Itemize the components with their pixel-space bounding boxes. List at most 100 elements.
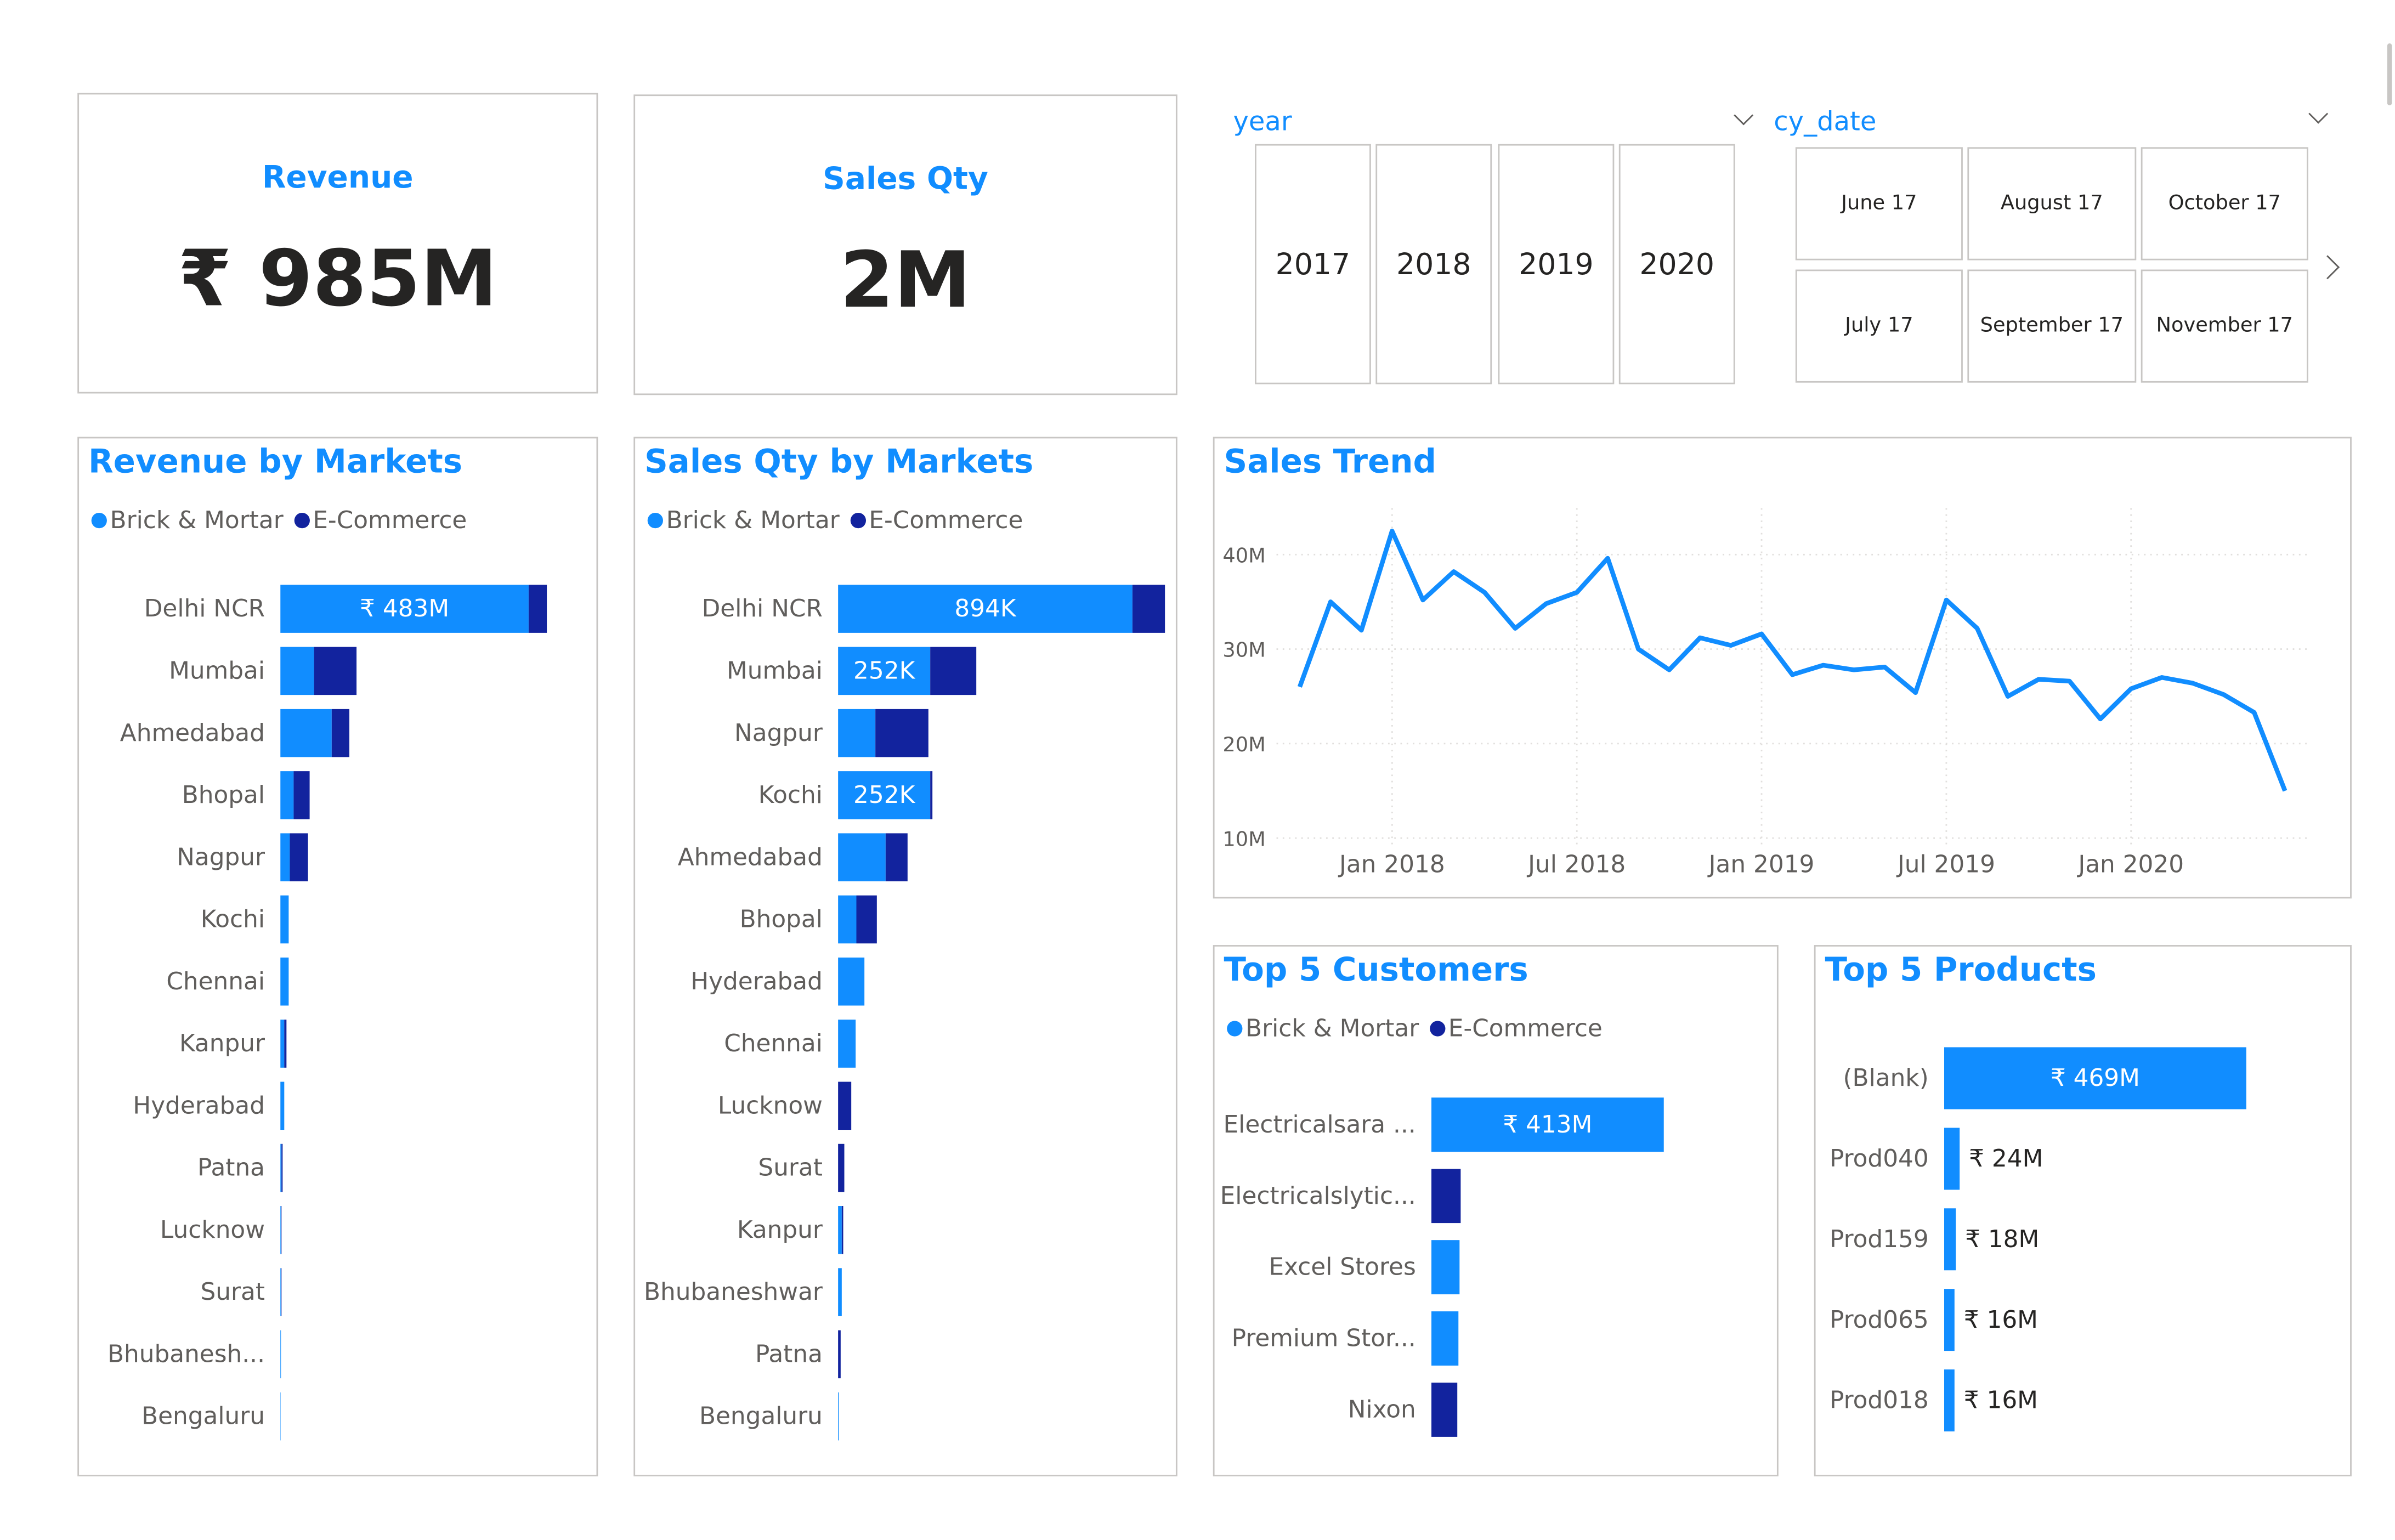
top5-products-chart: (Blank) ₹ 469M Prod040 ₹ 24M Prod159 ₹ 18M Pro… [1830,1047,2246,1432]
sales-qty-value: 2M [840,235,971,326]
bar-segment [280,1330,281,1379]
category-label: Lucknow [160,1216,265,1244]
category-label: Surat [201,1278,265,1306]
date-option-november-17[interactable]: November 17 [2141,269,2308,383]
category-label: Bengaluru [699,1402,823,1430]
date-option-august-17[interactable]: August 17 [1967,147,2137,261]
y-tick-label: 10M [1222,827,1265,851]
category-label: Ahmedabad [678,843,823,871]
date-option-july-17[interactable]: July 17 [1795,269,1963,383]
category-label: Chennai [724,1029,823,1057]
data-label: 894K [954,595,1017,622]
sales-qty-title: Sales Qty [823,159,988,197]
chevron-right-icon[interactable] [2315,255,2340,280]
bar-segment [838,957,865,1006]
bar-segment [1944,1289,1955,1351]
category-label: Bhubaneshwar [644,1278,823,1306]
sales-trend-line [1297,529,2288,792]
bar-segment [930,771,933,819]
category-label: Bengaluru [141,1402,265,1430]
bar-segment [838,1268,842,1316]
bar-segment [1944,1369,1955,1432]
x-tick-label: Jul 2018 [1526,850,1626,878]
x-tick-label: Jan 2018 [1338,850,1445,878]
bar-segment [1944,1208,1956,1271]
bar-segment [838,1020,856,1068]
data-label: ₹ 18M [1965,1225,2039,1253]
data-label: 252K [853,781,916,809]
revenue-value: ₹ 985M [178,234,498,324]
bar-segment [838,1206,842,1254]
category-label: Surat [758,1154,823,1182]
bar-segment [528,585,547,633]
sales-qty-by-markets-chart: Delhi NCR 894K Mumbai 252K Nagpur Kochi 252K Ah… [644,585,1165,1441]
category-label: Bhubanesh... [107,1340,265,1368]
year-option-2020[interactable]: 2020 [1618,144,1735,384]
category-label: (Blank) [1843,1064,1929,1092]
category-label: Kochi [758,781,823,809]
category-label: Ahmedabad [120,719,265,747]
category-label: Electricalslytic... [1220,1182,1416,1210]
category-label: Nagpur [177,843,265,871]
category-label: Hyderabad [133,1091,265,1119]
category-label: Mumbai [169,657,265,685]
report-canvas: Revenue ₹ 985M Sales Qty 2M year 2017 20… [0,0,2395,1540]
category-label: Prod159 [1830,1225,1929,1253]
bar-segment [838,1082,852,1130]
top5-customers-visual[interactable]: Top 5 Customers Brick & Mortar E-Commerc… [1213,945,1779,1476]
bar-segment [1431,1383,1458,1437]
top5-products-visual[interactable]: Top 5 Products (Blank) ₹ 469M Prod040 ₹ 24M… [1814,945,2352,1476]
year-option-2019[interactable]: 2019 [1498,144,1615,384]
category-label: Patna [197,1154,265,1182]
revenue-by-markets-visual[interactable]: Revenue by Markets Brick & Mortar E-Comm… [77,437,598,1476]
bar-segment [280,1020,285,1068]
data-label: ₹ 469M [2051,1064,2140,1092]
date-option-september-17[interactable]: September 17 [1967,269,2137,383]
bar-segment [838,1330,841,1379]
bar-segment [838,1392,839,1441]
bar-segment [1944,1128,1960,1190]
top5-customers-chart: Electricalsara ... ₹ 413M Electricalslytic… [1220,1097,1664,1437]
bar-segment [280,1082,285,1130]
data-label: ₹ 16M [1964,1386,2038,1414]
category-label: Nixon [1348,1396,1416,1424]
bar-segment [281,1143,283,1192]
category-label: Bhopal [182,781,265,809]
bar-segment [838,709,876,757]
bar-segment [280,647,314,695]
y-tick-label: 20M [1222,733,1265,756]
data-label: ₹ 16M [1964,1306,2038,1334]
sales-qty-card[interactable]: Sales Qty 2M [633,94,1177,395]
year-option-2017[interactable]: 2017 [1255,144,1371,384]
revenue-by-markets-chart: Delhi NCR ₹ 483M Mumbai Ahmedabad Bhopal Nagp… [107,585,547,1441]
category-label: Nagpur [734,719,823,747]
bar-segment [930,647,977,695]
bar-segment [885,833,908,881]
bar-segment [280,771,294,819]
date-option-june-17[interactable]: June 17 [1795,147,1963,261]
chevron-down-icon[interactable] [2308,104,2329,124]
bar-segment [1431,1311,1459,1366]
bar-segment [290,833,308,881]
chevron-down-icon[interactable] [1734,105,1754,126]
bar-segment [280,1206,281,1254]
page-scrollbar[interactable] [2387,43,2392,106]
category-label: Electricalsara ... [1224,1111,1416,1139]
bar-segment [280,895,289,944]
x-tick-label: Jan 2019 [1707,850,1815,878]
bar-segment [838,895,857,944]
sales-qty-by-markets-visual[interactable]: Sales Qty by Markets Brick & Mortar E-Co… [633,437,1177,1476]
sales-trend-visual[interactable]: Sales Trend 10M 20M 30M 40M Jan 2018 Jul 2018… [1213,437,2352,899]
year-option-2018[interactable]: 2018 [1375,144,1492,384]
category-label: Prod040 [1830,1145,1929,1173]
date-option-october-17[interactable]: October 17 [2141,147,2308,261]
category-label: Prod065 [1830,1306,1929,1334]
bar-segment [331,709,350,757]
bar-segment [280,1392,281,1441]
category-label: Lucknow [718,1091,823,1119]
category-label: Chennai [166,967,265,995]
revenue-card[interactable]: Revenue ₹ 985M [77,93,598,394]
revenue-title: Revenue [262,158,414,195]
bar-segment [293,771,310,819]
bar-segment [280,957,289,1006]
